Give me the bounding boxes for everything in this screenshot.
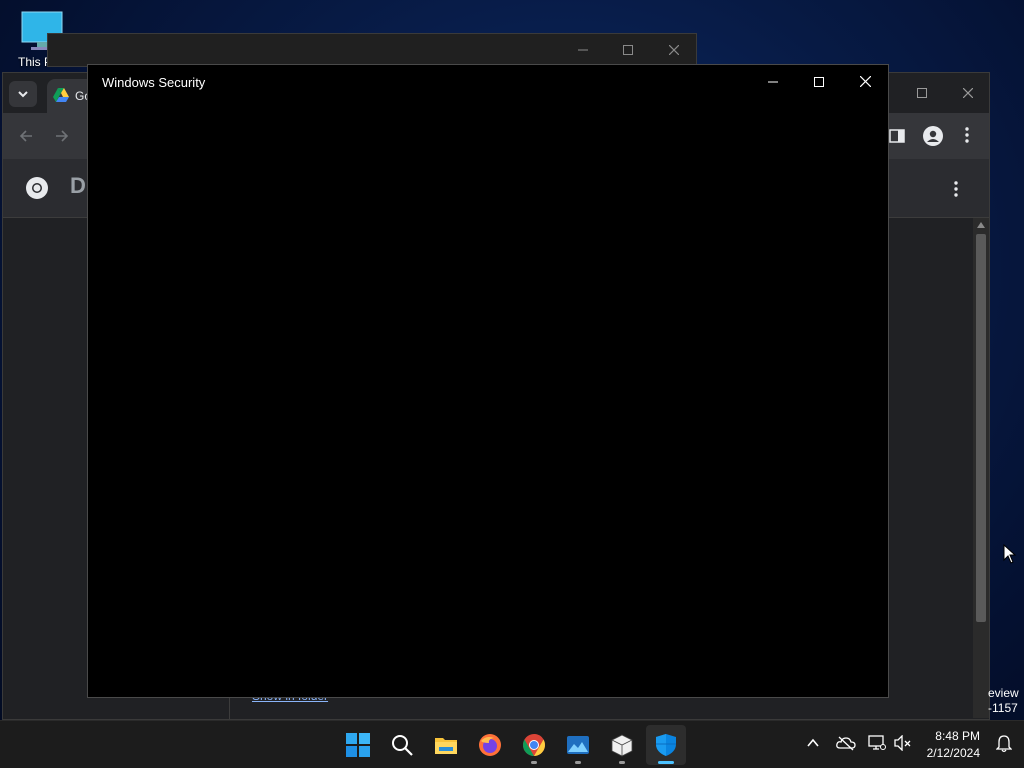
menu-dots-icon[interactable] [965,127,969,143]
taskbar-chrome[interactable] [514,725,554,765]
close-icon [962,87,974,99]
chevron-down-icon [18,91,28,98]
bg-minimize-button[interactable] [560,34,606,66]
mouse-cursor-icon [1003,544,1017,564]
partial-text-line1: eview [988,686,1019,700]
bg-close-button[interactable] [651,34,697,66]
running-indicator [619,761,625,764]
running-indicator [575,761,581,764]
minimize-icon [768,81,778,83]
taskbar-windows-security[interactable] [646,725,686,765]
taskbar-package[interactable] [602,725,642,765]
window-title: Windows Security [102,75,206,90]
tab-search-button[interactable] [9,81,37,107]
maximize-icon [814,77,824,87]
clock-date: 2/12/2024 [926,746,980,760]
maximize-icon [623,45,633,55]
volume-muted-icon[interactable] [894,735,912,751]
search-button[interactable] [382,725,422,765]
taskbar: 8:48 PM 2/12/2024 [0,720,1024,768]
minimize-button[interactable] [750,66,796,98]
package-box-icon [611,734,633,757]
clock-time: 8:48 PM [935,729,980,743]
scroll-up-icon[interactable] [977,222,985,228]
close-icon [668,44,680,56]
maximize-button[interactable] [796,66,842,98]
onedrive-offline-icon[interactable] [836,735,856,751]
taskbar-photos[interactable] [558,725,598,765]
browser-close-button[interactable] [945,77,991,109]
photos-icon [567,736,589,754]
chevron-up-icon[interactable] [806,735,820,751]
chrome-icon [523,734,545,756]
windows-security-window: Windows Security [87,64,889,698]
taskbar-firefox[interactable] [470,725,510,765]
taskbar-file-explorer[interactable] [426,725,466,765]
partial-text-line2: -1157 [988,701,1018,715]
minimize-icon [578,49,588,51]
network-icon[interactable] [868,735,886,751]
folder-icon [435,738,457,754]
search-icon [392,735,413,756]
notification-bell-icon[interactable] [996,735,1012,753]
windows-logo-icon [346,733,370,757]
shield-icon [656,734,676,756]
profile-icon[interactable] [923,126,943,146]
system-clock[interactable]: 8:48 PM 2/12/2024 [927,728,980,762]
page-menu-dots-icon[interactable] [954,181,958,197]
page-heading: D [70,173,86,198]
google-drive-icon [53,88,69,102]
maximize-icon [917,88,927,98]
forward-arrow-icon[interactable] [55,129,69,143]
close-icon [859,75,871,88]
page-scrollbar[interactable] [973,218,989,718]
firefox-icon [479,734,501,756]
background-window [47,33,697,67]
back-arrow-icon[interactable] [19,129,33,143]
running-indicator [531,761,537,764]
browser-maximize-button[interactable] [899,77,945,109]
start-button[interactable] [338,725,378,765]
side-panel-icon[interactable] [889,128,905,144]
active-indicator [658,761,674,764]
scrollbar-thumb[interactable] [976,234,986,622]
bg-maximize-button[interactable] [605,34,651,66]
chrome-logo-icon [26,177,48,199]
partial-desktop-text: eview -1157 [988,686,1019,716]
close-button[interactable] [842,66,888,98]
